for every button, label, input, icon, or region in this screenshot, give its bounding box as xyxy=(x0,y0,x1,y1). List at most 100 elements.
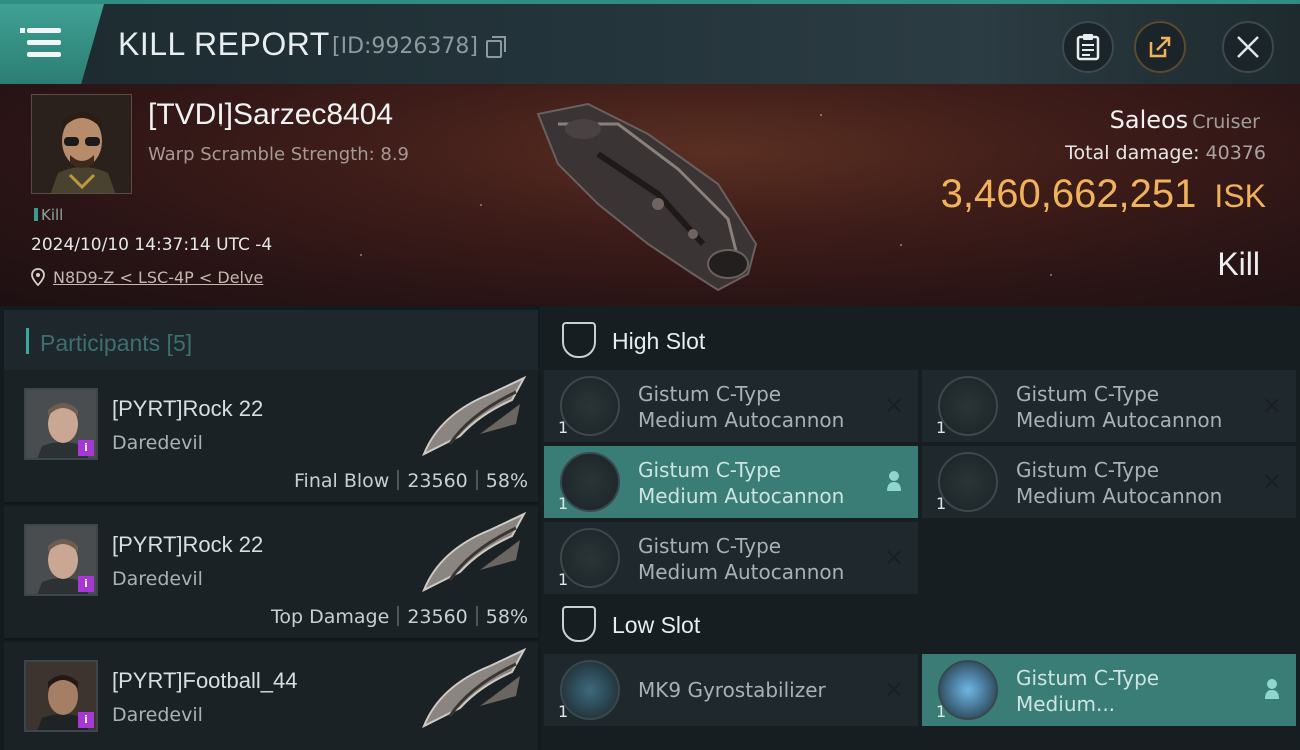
participant-avatar[interactable]: i xyxy=(24,524,98,596)
participant-stats: Final Blow 23560 58% xyxy=(294,470,528,492)
ship-name: Saleos xyxy=(1109,106,1189,134)
kill-tag: Kill xyxy=(34,206,63,224)
module-item[interactable]: 1 Gistum C-Type Medium... xyxy=(922,654,1296,726)
close-button[interactable] xyxy=(1222,21,1274,73)
clipboard-button[interactable] xyxy=(1062,21,1114,73)
copy-icon[interactable] xyxy=(486,36,506,58)
module-quantity: 1 xyxy=(936,702,947,721)
fitting-panel: High Slot 1 Gistum C-Type Medium Autocan… xyxy=(540,306,1300,750)
participant-avatar[interactable]: i xyxy=(24,388,98,460)
daredevil-ship-icon xyxy=(422,511,527,593)
participant-name: [PYRT]Rock 22 xyxy=(112,532,264,557)
participant-damage: 23560 xyxy=(407,606,468,628)
hamburger-menu-icon xyxy=(27,40,61,45)
participant-name: [PYRT]Football_44 xyxy=(112,668,298,693)
autocannon-icon xyxy=(938,376,998,436)
participant-name: [PYRT]Rock 22 xyxy=(112,396,264,421)
x-icon: ✕ xyxy=(883,392,904,420)
share-icon xyxy=(1149,36,1171,58)
ship-class: Cruiser xyxy=(1192,111,1260,133)
participants-panel: Participants [5] i [PYRT]Rock 22 Daredev… xyxy=(0,306,540,750)
badge-icon: i xyxy=(78,440,94,456)
badge-icon: i xyxy=(78,712,94,728)
victim-banner: [TVDI]Sarzec8404 Warp Scramble Strength:… xyxy=(0,84,1300,306)
slot-shield-icon xyxy=(562,322,596,358)
isk-value: 3,460,662,251 ISK xyxy=(941,172,1266,217)
module-name: Gistum C-Type xyxy=(638,382,782,406)
module-quantity: 1 xyxy=(936,418,947,437)
kill-result: Kill xyxy=(1217,246,1260,282)
low-slot-header: Low Slot xyxy=(544,594,1300,656)
hamburger-menu-icon xyxy=(27,52,61,57)
participant-ship: Daredevil xyxy=(112,704,203,726)
participants-header[interactable]: Participants [5] xyxy=(4,310,538,372)
total-damage: Total damage: 40376 xyxy=(1065,142,1266,164)
module-item[interactable]: 1 Gistum C-Type Medium Autocannon xyxy=(544,446,918,518)
menu-button[interactable] xyxy=(0,4,104,84)
x-icon: ✕ xyxy=(1261,392,1282,420)
victim-avatar[interactable] xyxy=(31,94,132,194)
kill-report-id: [ID:9926378] xyxy=(332,34,478,59)
participant-row[interactable]: i [PYRT]Rock 22 Daredevil Top Damage 2356… xyxy=(4,506,538,640)
module-item[interactable]: 1 Gistum C-Type Medium Autocannon ✕ xyxy=(544,522,918,594)
victim-ship-name: Saleos Cruiser xyxy=(1110,106,1260,134)
module-type: Medium Autocannon xyxy=(638,560,845,584)
participant-row[interactable]: i [PYRT]Rock 22 Daredevil Final Blow 2356… xyxy=(4,370,538,504)
badge-icon: i xyxy=(78,576,94,592)
module-item[interactable]: 1 Gistum C-Type Medium Autocannon ✕ xyxy=(922,446,1296,518)
module-name: MK9 Gyrostabilizer xyxy=(638,678,826,702)
participant-ship: Daredevil xyxy=(112,432,203,454)
high-slot-header: High Slot xyxy=(544,310,1300,372)
total-damage-label: Total damage: xyxy=(1065,142,1200,164)
autocannon-icon xyxy=(560,376,620,436)
daredevil-ship-icon xyxy=(422,375,527,457)
close-icon xyxy=(1237,36,1259,58)
module-type: Medium Autocannon xyxy=(638,408,845,432)
pilot-portrait-icon xyxy=(32,95,131,193)
participant-role: Top Damage xyxy=(271,606,390,628)
autocannon-icon xyxy=(560,452,620,512)
clipboard-icon xyxy=(1076,34,1100,61)
isk-amount: 3,460,662,251 xyxy=(940,172,1197,216)
module-type: Medium Autocannon xyxy=(1016,484,1223,508)
participant-role: Final Blow xyxy=(294,470,390,492)
total-damage-value: 40376 xyxy=(1205,142,1266,164)
module-item[interactable]: 1 Gistum C-Type Medium Autocannon ✕ xyxy=(922,370,1296,442)
module-item[interactable]: 1 MK9 Gyrostabilizer ✕ xyxy=(544,654,918,726)
participant-percent: 58% xyxy=(485,606,528,628)
location-link[interactable]: N8D9-Z < LSC-4P < Delve xyxy=(53,268,263,287)
participants-label: Participants [5] xyxy=(40,330,193,356)
daredevil-ship-icon xyxy=(422,647,527,729)
person-icon xyxy=(887,471,901,491)
gyrostabilizer-icon xyxy=(560,660,620,720)
module-quantity: 1 xyxy=(558,494,569,513)
victim-ship-image xyxy=(536,102,758,292)
x-icon: ✕ xyxy=(883,544,904,572)
participant-avatar[interactable]: i xyxy=(24,660,98,732)
module-name: Gistum C-Type xyxy=(1016,382,1160,406)
isk-unit: ISK xyxy=(1214,178,1266,214)
kill-datetime: 2024/10/10 14:37:14 UTC -4 xyxy=(31,235,273,255)
hamburger-menu-icon xyxy=(27,28,61,33)
module-type: Medium Autocannon xyxy=(638,484,845,508)
module-item[interactable]: 1 Gistum C-Type Medium Autocannon ✕ xyxy=(544,370,918,442)
person-icon xyxy=(1265,679,1279,699)
high-slot-label: High Slot xyxy=(612,328,706,354)
location-pin-icon xyxy=(31,268,45,286)
x-icon: ✕ xyxy=(883,676,904,704)
autocannon-icon xyxy=(938,452,998,512)
menu-dot xyxy=(20,28,25,33)
module-type: Medium Autocannon xyxy=(1016,408,1223,432)
module-quantity: 1 xyxy=(558,418,569,437)
low-slot-label: Low Slot xyxy=(612,612,701,638)
participant-row[interactable]: i [PYRT]Football_44 Daredevil xyxy=(4,642,538,750)
participant-stats: Top Damage 23560 58% xyxy=(271,606,528,628)
share-button[interactable] xyxy=(1134,21,1186,73)
module-quantity: 1 xyxy=(936,494,947,513)
participant-damage: 23560 xyxy=(407,470,468,492)
victim-name: [TVDI]Sarzec8404 xyxy=(148,98,394,131)
participant-ship: Daredevil xyxy=(112,568,203,590)
x-icon: ✕ xyxy=(1261,468,1282,496)
participant-percent: 58% xyxy=(485,470,528,492)
autocannon-icon xyxy=(560,528,620,588)
